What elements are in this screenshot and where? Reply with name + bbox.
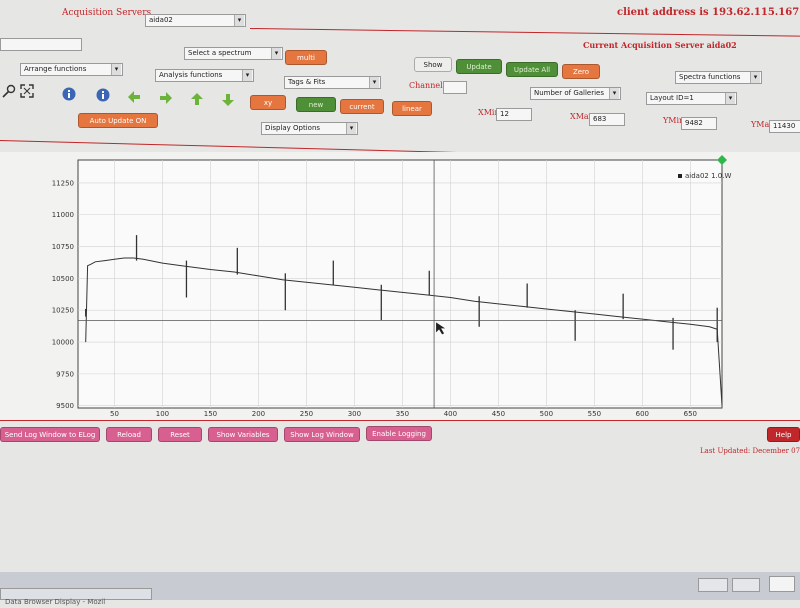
arrange-functions-dropdown[interactable]: Arrange functions xyxy=(20,63,123,76)
x-tick-label: 250 xyxy=(300,410,313,418)
arrow-down-icon[interactable] xyxy=(221,93,235,107)
zero-button[interactable]: Zero xyxy=(562,64,600,79)
spectrum-chart[interactable]: 50 100 150 200 250 300 350 400 450 500 550 600 650 95… xyxy=(0,152,800,420)
x-tick-label: 350 xyxy=(396,410,409,418)
ymin-input[interactable]: 9482 xyxy=(681,117,717,130)
auto-update-button[interactable]: Auto Update ON xyxy=(78,113,158,128)
analysis-functions-dropdown[interactable]: Analysis functions xyxy=(155,69,254,82)
xmax-input[interactable]: 683 xyxy=(589,113,625,126)
update-button[interactable]: Update xyxy=(456,59,502,74)
y-tick-label: 10500 xyxy=(52,275,74,283)
expand-icon[interactable] xyxy=(20,84,34,98)
x-tick-label: 300 xyxy=(348,410,361,418)
y-tick-label: 9500 xyxy=(56,402,74,410)
client-address: client address is 193.62.115.167 xyxy=(617,7,800,18)
x-tick-label: 500 xyxy=(540,410,553,418)
help-button[interactable]: Help xyxy=(767,427,800,442)
last-updated-text: Last Updated: December 07, 2 xyxy=(700,447,800,455)
current-server-label: Current Acquisition Server aida02 xyxy=(583,40,737,50)
update-all-button[interactable]: Update All xyxy=(506,62,558,77)
y-tick-label: 11250 xyxy=(52,179,74,187)
zoom-tool-icon[interactable] xyxy=(2,84,16,98)
number-of-galleries-dropdown[interactable]: Number of Galleries xyxy=(530,87,621,100)
x-tick-label: 50 xyxy=(110,410,119,418)
x-tick-label: 100 xyxy=(156,410,169,418)
spectra-functions-dropdown[interactable]: Spectra functions xyxy=(675,71,762,84)
arrow-left-icon[interactable] xyxy=(127,90,141,104)
taskbar-tray-item[interactable] xyxy=(732,578,760,592)
x-tick-label: 200 xyxy=(252,410,265,418)
enable-logging-button[interactable]: Enable Logging xyxy=(366,426,432,441)
info-icon[interactable] xyxy=(96,88,110,102)
taskbar-tray-item[interactable] xyxy=(698,578,728,592)
x-tick-label: 450 xyxy=(492,410,505,418)
taskbar-window-title: Data Browser Display - Mozil xyxy=(5,598,106,606)
x-tick-label: 150 xyxy=(204,410,217,418)
x-tick-label: 400 xyxy=(444,410,457,418)
left-text-input[interactable] xyxy=(0,38,82,51)
header-divider xyxy=(249,28,800,37)
reset-button[interactable]: Reset xyxy=(158,427,202,442)
acq-servers-select[interactable]: aida02 xyxy=(145,14,246,27)
channel-label: Channel: xyxy=(409,81,446,90)
legend-swatch xyxy=(678,174,682,178)
new-button[interactable]: new xyxy=(296,97,336,112)
tags-fits-dropdown[interactable]: Tags & Fits xyxy=(284,76,381,89)
legend-label: aida02 1.0.W xyxy=(685,172,731,180)
y-tick-label: 10750 xyxy=(52,243,74,251)
y-tick-label: 10000 xyxy=(52,339,74,347)
xy-button[interactable]: xy xyxy=(250,95,286,110)
y-tick-label: 11000 xyxy=(52,211,74,219)
taskbar-tray-item[interactable] xyxy=(769,576,795,592)
reload-button[interactable]: Reload xyxy=(106,427,152,442)
x-tick-label: 650 xyxy=(684,410,697,418)
multi-button[interactable]: multi xyxy=(285,50,327,65)
plot-area[interactable]: 50 100 150 200 250 300 350 400 450 500 550 600 650 95… xyxy=(0,152,800,420)
send-log-button[interactable]: Send Log Window to ELog xyxy=(0,427,100,442)
arrow-right-icon[interactable] xyxy=(159,91,173,105)
y-tick-label: 10250 xyxy=(52,307,74,315)
bottom-divider xyxy=(0,420,800,421)
channel-input[interactable] xyxy=(443,81,467,94)
info-icon[interactable] xyxy=(62,87,76,101)
taskbar-window-button[interactable]: Data Browser Display - Mozil xyxy=(0,588,152,606)
show-button[interactable]: Show xyxy=(414,57,452,72)
y-tick-label: 9750 xyxy=(56,370,74,378)
select-spectrum-dropdown[interactable]: Select a spectrum xyxy=(184,47,283,60)
show-variables-button[interactable]: Show Variables xyxy=(208,427,278,442)
plot-frame xyxy=(77,159,723,409)
x-tick-label: 550 xyxy=(588,410,601,418)
acq-servers-label: Acquisition Servers xyxy=(62,8,152,18)
xmin-input[interactable]: 12 xyxy=(496,108,532,121)
ymax-input[interactable]: 11430 xyxy=(769,120,800,133)
current-button[interactable]: current xyxy=(340,99,384,114)
linear-button[interactable]: linear xyxy=(392,101,432,116)
arrow-up-icon[interactable] xyxy=(190,92,204,106)
display-options-dropdown[interactable]: Display Options xyxy=(261,122,358,135)
taskbar: Data Browser Display - Mozil xyxy=(0,572,800,606)
layout-dropdown[interactable]: Layout ID=1 xyxy=(646,92,737,105)
show-log-window-button[interactable]: Show Log Window xyxy=(284,427,360,442)
x-tick-label: 600 xyxy=(636,410,649,418)
